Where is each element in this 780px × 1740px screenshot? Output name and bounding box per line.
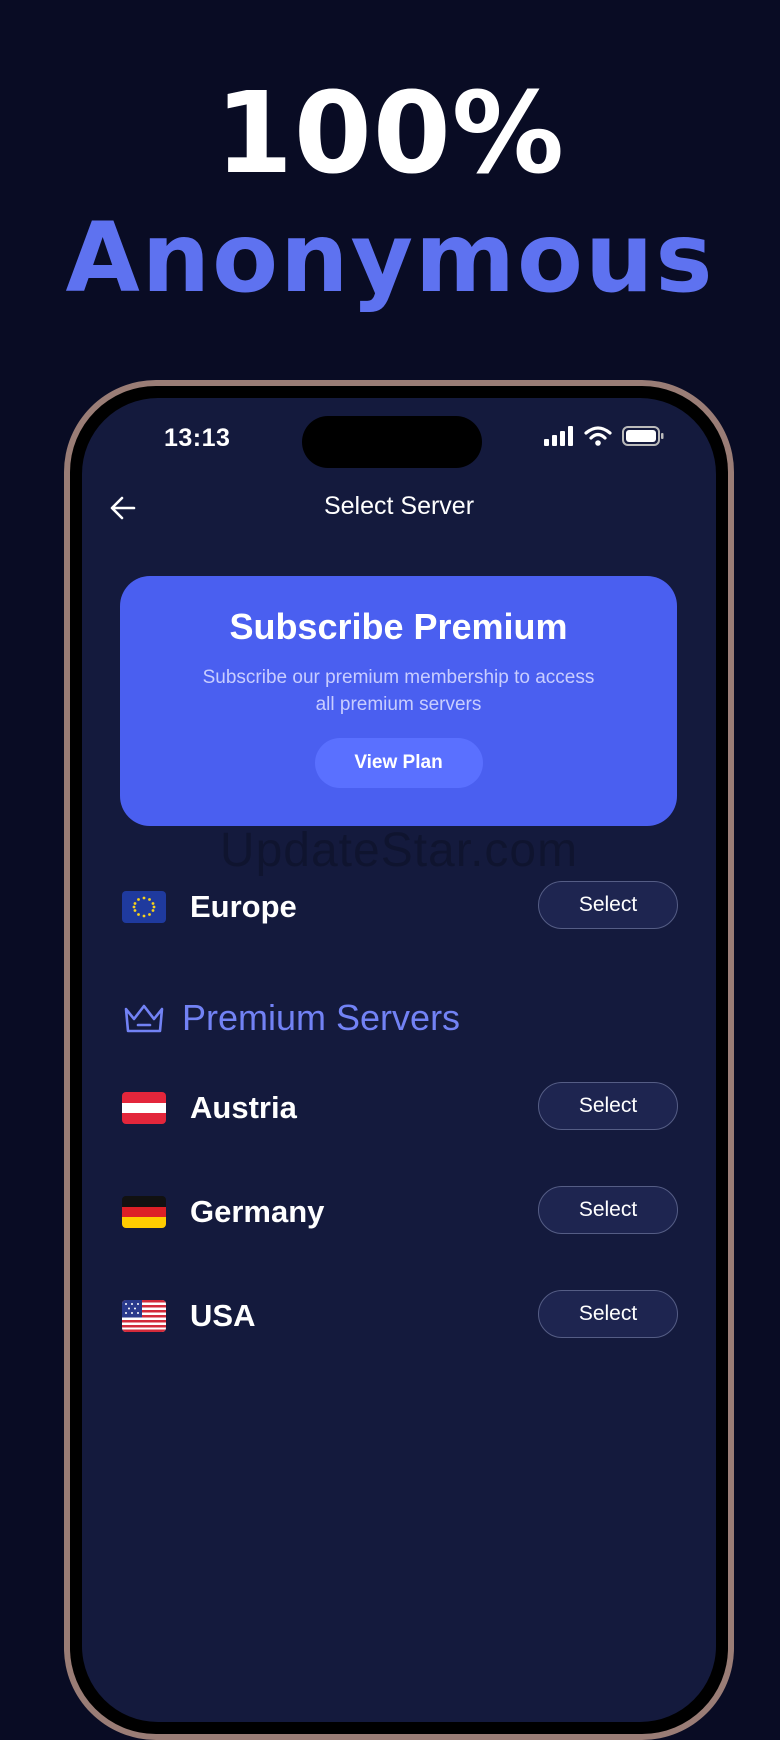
phone-frame: 13:13 Select Server Subscribe Premium Su… bbox=[64, 380, 734, 1740]
server-row-germany[interactable]: Germany Select bbox=[122, 1186, 678, 1238]
view-plan-button[interactable]: View Plan bbox=[314, 738, 483, 788]
battery-icon bbox=[622, 426, 664, 446]
usa-flag-icon bbox=[122, 1300, 166, 1332]
dynamic-island bbox=[302, 416, 482, 468]
server-row-europe[interactable]: Europe Select bbox=[122, 881, 678, 933]
headline-line-1: 100% bbox=[214, 69, 565, 199]
status-icons bbox=[544, 426, 664, 446]
phone-bezel: 13:13 Select Server Subscribe Premium Su… bbox=[70, 386, 728, 1734]
server-name: USA bbox=[190, 1298, 256, 1333]
server-name: Germany bbox=[190, 1194, 325, 1229]
promo-title: Subscribe Premium bbox=[229, 606, 568, 647]
page-title: Select Server bbox=[323, 492, 475, 520]
premium-servers-heading: Premium Servers bbox=[122, 993, 460, 1043]
server-name: Austria bbox=[190, 1090, 297, 1125]
wifi-icon bbox=[584, 426, 612, 446]
select-button-usa[interactable]: Select bbox=[538, 1290, 678, 1338]
select-button-europe[interactable]: Select bbox=[538, 881, 678, 929]
premium-servers-label: Premium Servers bbox=[182, 997, 461, 1038]
hero-headline: 100% Anonymous bbox=[0, 78, 780, 306]
select-button-germany[interactable]: Select bbox=[538, 1186, 678, 1234]
subscribe-premium-card: Subscribe Premium Subscribe our premium … bbox=[120, 576, 677, 826]
select-button-austria[interactable]: Select bbox=[538, 1082, 678, 1130]
server-row-austria[interactable]: Austria Select bbox=[122, 1082, 678, 1134]
watermark: UpdateStar.com bbox=[219, 824, 579, 877]
phone-screen: 13:13 Select Server Subscribe Premium Su… bbox=[82, 398, 716, 1722]
austria-flag-icon bbox=[122, 1092, 166, 1124]
promo-description: Subscribe our premium membership to acce… bbox=[202, 667, 595, 715]
crown-icon bbox=[124, 1004, 164, 1033]
headline-line-2: Anonymous bbox=[65, 202, 715, 314]
server-name: Europe bbox=[190, 889, 297, 924]
germany-flag-icon bbox=[122, 1196, 166, 1228]
eu-flag-icon bbox=[122, 891, 166, 923]
server-row-usa[interactable]: USA Select bbox=[122, 1290, 678, 1342]
status-time: 13:13 bbox=[164, 424, 231, 452]
signal-icon bbox=[544, 426, 573, 446]
